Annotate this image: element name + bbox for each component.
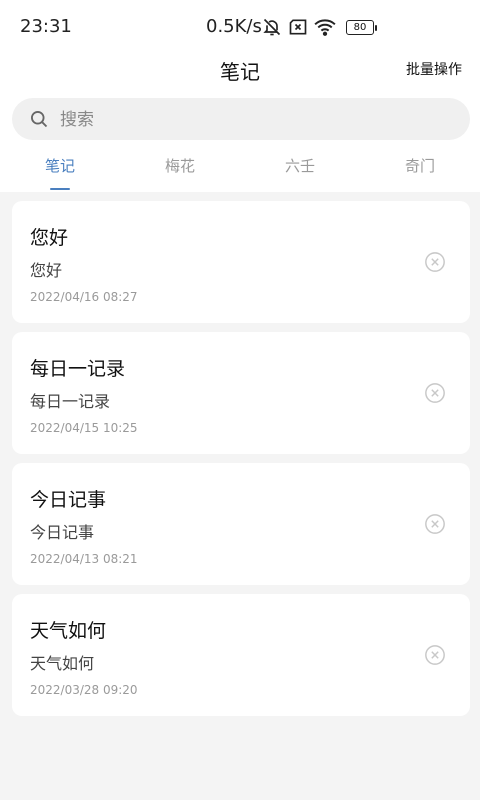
note-date: 2022/03/28 09:20 — [30, 683, 138, 697]
search-input[interactable] — [58, 98, 442, 142]
status-bar: 23:31 0.5K/s 80 — [0, 0, 480, 56]
battery-indicator: 80 — [346, 19, 377, 35]
header: 笔记 批量操作 — [0, 52, 480, 86]
tab-liuren[interactable]: 六壬 — [240, 152, 360, 188]
note-date: 2022/04/15 10:25 — [30, 421, 138, 435]
bell-off-icon — [263, 18, 281, 36]
note-content: 天气如何 — [30, 654, 95, 673]
category-tabs: 笔记 梅花 六壬 奇门 — [0, 152, 480, 190]
status-icons: 80 — [262, 17, 377, 37]
status-time: 23:31 — [20, 16, 72, 37]
note-content: 今日记事 — [30, 523, 95, 542]
tab-meihua[interactable]: 梅花 — [120, 152, 240, 188]
note-card[interactable]: 您好 您好 2022/04/16 08:27 — [12, 201, 470, 323]
note-content: 每日一记录 — [30, 392, 111, 411]
close-circle-icon[interactable] — [424, 513, 446, 535]
tab-qimen[interactable]: 奇门 — [360, 152, 480, 188]
note-list: 您好 您好 2022/04/16 08:27 每日一记录 每日一记录 2022/… — [12, 201, 470, 725]
wifi-icon — [314, 19, 336, 36]
status-net-speed: 0.5K/s — [206, 16, 262, 37]
batch-operation-button[interactable]: 批量操作 — [406, 59, 462, 79]
note-card[interactable]: 每日一记录 每日一记录 2022/04/15 10:25 — [12, 332, 470, 454]
note-title: 您好 — [30, 227, 69, 249]
note-date: 2022/04/16 08:27 — [30, 290, 138, 304]
note-title: 每日一记录 — [30, 358, 126, 380]
close-circle-icon[interactable] — [424, 382, 446, 404]
search-bar[interactable] — [12, 98, 470, 142]
top-area: 23:31 0.5K/s 80 笔记 批量操作 笔记 梅花 六壬 奇门 — [0, 0, 480, 192]
close-circle-icon[interactable] — [424, 251, 446, 273]
note-card[interactable]: 天气如何 天气如何 2022/03/28 09:20 — [12, 594, 470, 716]
note-card[interactable]: 今日记事 今日记事 2022/04/13 08:21 — [12, 463, 470, 585]
note-title: 今日记事 — [30, 489, 107, 511]
tab-notes[interactable]: 笔记 — [0, 152, 120, 190]
no-sim-icon — [289, 19, 307, 35]
note-date: 2022/04/13 08:21 — [30, 552, 138, 566]
close-circle-icon[interactable] — [424, 644, 446, 666]
search-icon — [31, 111, 48, 128]
note-content: 您好 — [30, 261, 63, 280]
note-title: 天气如何 — [30, 620, 107, 642]
